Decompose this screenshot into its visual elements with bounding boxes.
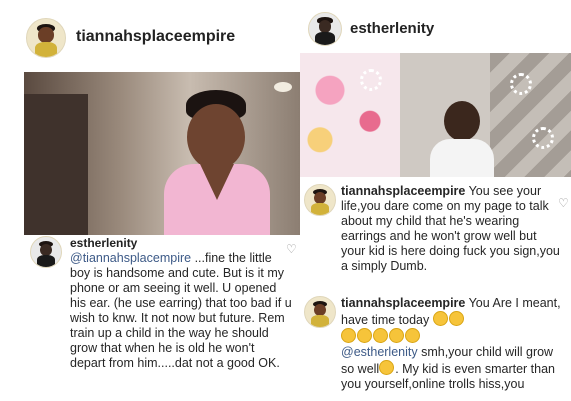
reply-comment-1: tiannahsplaceempire You see your life,yo…	[341, 184, 563, 274]
laughing-emoji-icon	[389, 328, 404, 343]
laughing-emoji-icon	[432, 311, 448, 326]
comment-mention[interactable]: @estherlenity	[341, 345, 418, 359]
commenter-avatar[interactable]	[304, 296, 336, 328]
reply-comment-2: tiannahsplaceempire You Are I meant, hav…	[341, 296, 561, 391]
laughing-emoji-icon	[405, 328, 420, 343]
commenter-avatar[interactable]	[304, 184, 336, 216]
post-photo	[300, 53, 571, 177]
laughing-emoji-icon	[373, 328, 388, 343]
comment-author[interactable]: estherlenity	[70, 236, 137, 250]
commenter-avatar[interactable]	[30, 236, 62, 268]
post-author-handle[interactable]: tiannahsplaceempire	[76, 28, 235, 46]
laughing-emoji-icon	[448, 311, 464, 326]
comment-author[interactable]: tiannahsplaceempire	[341, 184, 465, 198]
post-photo	[24, 72, 300, 235]
heart-icon[interactable]: ♡	[558, 196, 569, 210]
post-author-handle[interactable]: estherlenity	[350, 20, 434, 37]
heart-icon[interactable]: ♡	[286, 242, 297, 256]
laughing-emoji-icon	[341, 328, 356, 343]
profile-avatar[interactable]	[26, 18, 66, 58]
comment-body: ...fine the little boy is handsome and c…	[70, 251, 292, 370]
laughing-emoji-icon	[379, 360, 395, 375]
comment-text: @tiannahsplacempire ...fine the little b…	[70, 251, 292, 371]
comment-mention[interactable]: @tiannahsplacempire	[70, 251, 191, 265]
profile-avatar[interactable]	[308, 12, 342, 46]
laughing-emoji-icon	[357, 328, 372, 343]
right-post: estherlenity tiannahsplaceempire You see…	[300, 0, 571, 401]
comment-author[interactable]: tiannahsplaceempire	[341, 296, 465, 310]
left-post: tiannahsplaceempire estherlenity @tianna…	[8, 6, 300, 401]
